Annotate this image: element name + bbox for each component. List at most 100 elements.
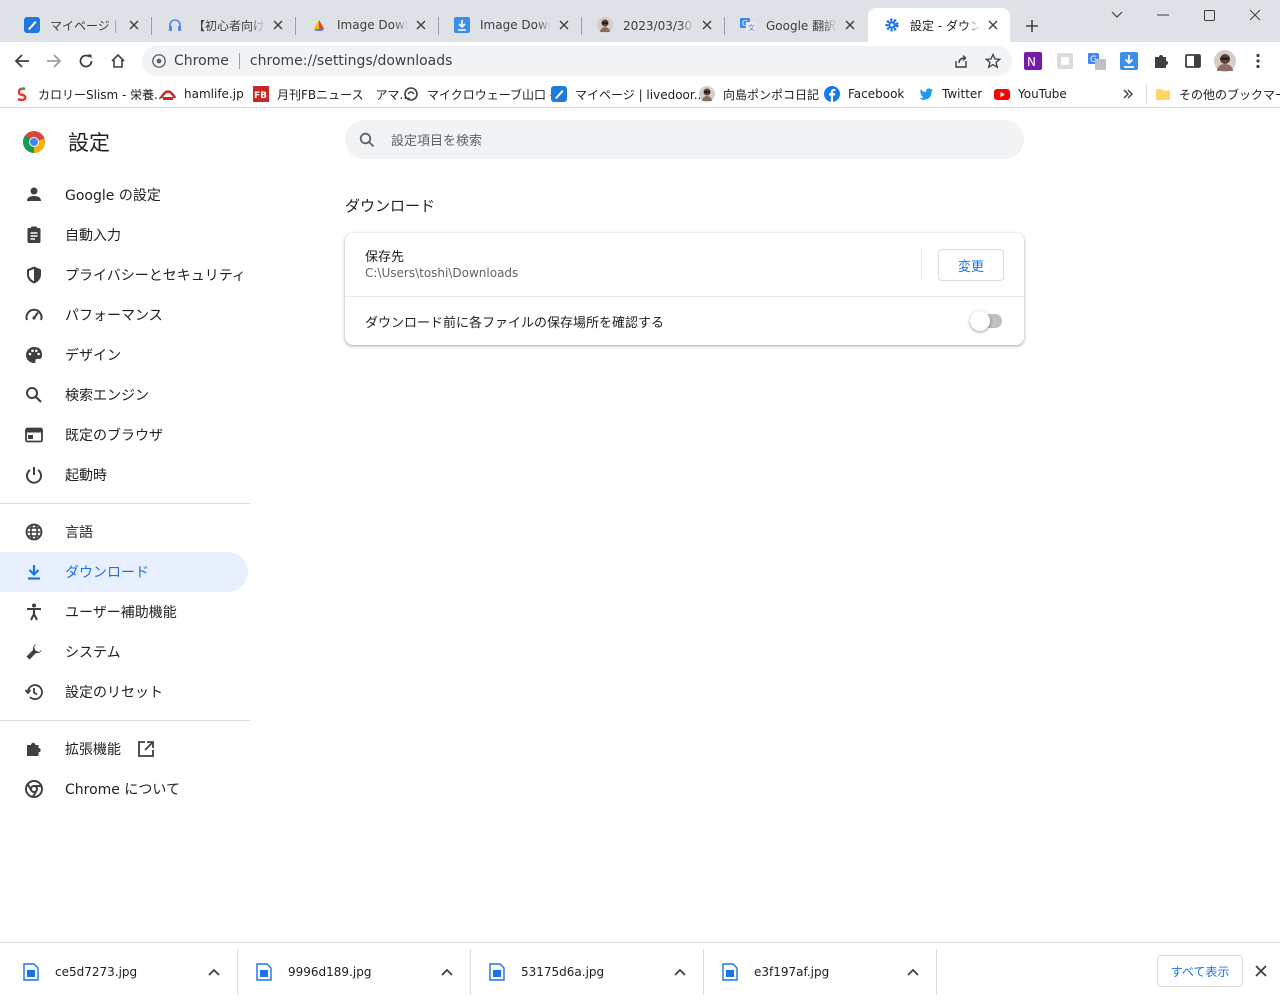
tab-image-download-2[interactable]: Image Download (438, 8, 582, 42)
sidebar-item-accessibility[interactable]: ユーザー補助機能 (0, 592, 250, 632)
maximize-button[interactable] (1186, 0, 1232, 30)
globe-icon (25, 523, 43, 541)
tab-search-button[interactable] (1094, 0, 1140, 30)
home-icon (111, 53, 125, 68)
bookmark-twitter[interactable]: Twitter (918, 84, 982, 104)
hamlife-icon (160, 90, 176, 100)
reload-button[interactable] (72, 47, 100, 75)
sidebar-item-about-chrome[interactable]: Chrome について (0, 769, 250, 809)
bookmark-label: マイページ | livedoor... (575, 87, 706, 102)
minimize-button[interactable] (1140, 0, 1186, 30)
toolbar: Chrome chrome://settings/downloads N G (0, 42, 1280, 80)
tab-beginner[interactable]: 【初心者向け】W (151, 8, 296, 42)
bookmark-hamlife[interactable]: hamlife.jp (160, 84, 244, 104)
ask-location-row[interactable]: ダウンロード前に各ファイルの保存場所を確認する (345, 297, 1024, 345)
sidebar-item-reset[interactable]: 設定のリセット (0, 672, 250, 712)
bookmarks-overflow-button[interactable] (1122, 84, 1134, 104)
close-icon[interactable] (555, 16, 573, 34)
bookmark-slism[interactable]: カロリーSlism - 栄養... (14, 84, 166, 104)
double-chevron-right-icon (1123, 89, 1133, 99)
row-separator (921, 249, 922, 279)
page-title: 設定 (68, 131, 110, 155)
close-icon[interactable] (1252, 962, 1270, 980)
maximize-icon (1203, 9, 1215, 21)
chrome-icon (25, 780, 43, 798)
bookmark-livedoor[interactable]: マイページ | livedoor... (551, 84, 705, 104)
tab-strip: マイページ | livedoor 【初心者向け】W Image Download… (0, 0, 1280, 42)
bookmark-microwave[interactable]: マイクロウェーブ山口 -... (403, 84, 566, 104)
sidebar-item-on-startup[interactable]: 起動時 (0, 455, 250, 495)
extension-gray-icon[interactable] (1056, 52, 1074, 70)
address-bar[interactable]: Chrome chrome://settings/downloads (142, 46, 1012, 76)
sidebar-item-label: デザイン (65, 348, 121, 364)
sidebar-item-downloads[interactable]: ダウンロード (0, 552, 248, 592)
home-button[interactable] (104, 47, 132, 75)
close-icon[interactable] (841, 16, 859, 34)
google-photos-icon (314, 20, 324, 31)
onenote-icon[interactable]: N (1024, 52, 1042, 70)
omnibox-divider (238, 53, 240, 69)
back-button[interactable] (8, 47, 36, 75)
settings-search-input[interactable]: 設定項目を検索 (345, 120, 1024, 159)
new-tab-button[interactable] (1020, 14, 1044, 38)
chrome-icon (152, 54, 166, 68)
bookmark-fb-news[interactable]: FB 月刊FBニュース アマ... (253, 84, 411, 104)
chevron-up-icon[interactable] (672, 964, 688, 980)
download-arrow-icon[interactable] (1120, 52, 1138, 70)
tab-mypage-livedoor[interactable]: マイページ | livedoor (8, 8, 152, 42)
sidebar-item-performance[interactable]: パフォーマンス (0, 295, 250, 335)
sidebar-item-search-engine[interactable]: 検索エンジン (0, 375, 250, 415)
bookmark-label: カロリーSlism - 栄養... (38, 87, 166, 102)
menu-button[interactable] (1244, 47, 1272, 75)
bookmark-star-button[interactable] (979, 47, 1007, 75)
tab-settings-downloads[interactable]: 設定 - ダウンロード (868, 8, 1010, 42)
other-bookmarks-folder[interactable]: その他のブックマーク (1146, 84, 1280, 104)
google-translate-icon[interactable]: G (1088, 52, 1106, 70)
clipboard-icon (27, 226, 41, 243)
tab-image-download-1[interactable]: Image Download (295, 8, 439, 42)
download-item[interactable]: 9996d189.jpg (238, 943, 471, 1001)
download-item[interactable]: 53175d6a.jpg (471, 943, 704, 1001)
chevron-up-icon[interactable] (206, 964, 222, 980)
sidebar-item-label: システム (65, 645, 121, 661)
sidebar-item-languages[interactable]: 言語 (0, 512, 250, 552)
chevron-up-icon[interactable] (905, 964, 921, 980)
close-icon[interactable] (412, 16, 430, 34)
download-location-label: 保存先 (365, 250, 405, 265)
share-button[interactable] (947, 47, 975, 75)
tab-title: 設定 - ダウンロード (910, 18, 980, 33)
close-icon[interactable] (698, 16, 716, 34)
sidebar-item-default-browser[interactable]: 既定のブラウザ (0, 415, 250, 455)
bookmark-ponpoko[interactable]: 向島ポンポコ日記 (699, 84, 819, 104)
download-item[interactable]: e3f197af.jpg (704, 943, 937, 1001)
bookmark-youtube[interactable]: YouTube (994, 84, 1067, 104)
window-close-button[interactable] (1232, 0, 1278, 30)
sidebar-item-autofill[interactable]: 自動入力 (0, 215, 250, 255)
sidebar-item-google[interactable]: Google の設定 (0, 175, 250, 215)
forward-button[interactable] (40, 47, 68, 75)
minimize-icon (1157, 14, 1169, 16)
profile-avatar-icon[interactable] (1214, 50, 1236, 72)
sidebar-item-label: プライバシーとセキュリティ (65, 268, 246, 284)
arrow-left-icon (14, 54, 29, 68)
sidebar-item-extensions[interactable]: 拡張機能 (0, 729, 250, 769)
facebook-icon (824, 86, 840, 102)
sidebar-item-privacy[interactable]: プライバシーとセキュリティ (0, 255, 250, 295)
sidebar-item-appearance[interactable]: デザイン (0, 335, 250, 375)
change-location-button[interactable]: 変更 (938, 249, 1004, 281)
puzzle-icon[interactable] (1152, 52, 1170, 70)
tab-blog-date[interactable]: 2023/03/30〜0 (581, 8, 725, 42)
ask-location-toggle[interactable] (970, 311, 1002, 331)
close-icon[interactable] (984, 16, 1002, 34)
side-panel-icon[interactable] (1184, 52, 1202, 70)
chevron-up-icon[interactable] (439, 964, 455, 980)
close-icon[interactable] (125, 16, 143, 34)
show-all-button[interactable]: すべて表示 (1157, 955, 1243, 987)
bookmark-facebook[interactable]: Facebook (824, 84, 904, 104)
download-item[interactable]: ce5d7273.jpg (5, 943, 238, 1001)
gear-icon (885, 18, 899, 32)
close-icon[interactable] (269, 16, 287, 34)
tab-google-translate[interactable]: G文 Google 翻訳 (724, 8, 867, 42)
sidebar-item-system[interactable]: システム (0, 632, 250, 672)
arrow-right-icon (47, 54, 62, 68)
